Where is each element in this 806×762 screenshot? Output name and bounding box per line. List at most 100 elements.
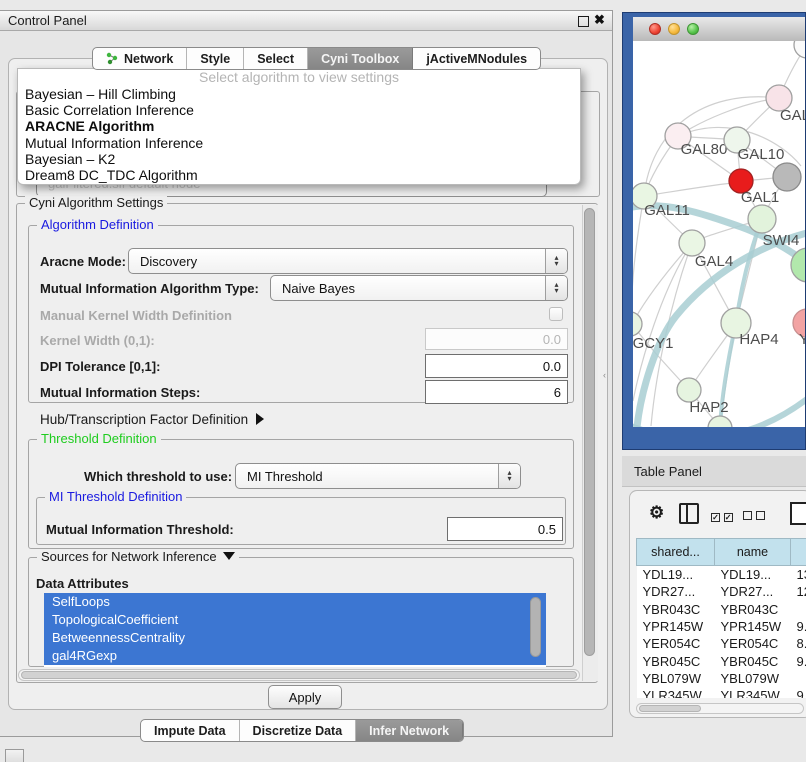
network-graph: GALGAL80GAL10GAL1GAL11SWI4GAL4HAP4YGCY1H…	[633, 41, 805, 427]
table-cell[interactable]: YPR145W	[637, 618, 715, 635]
network-edge[interactable]	[644, 182, 741, 196]
bottom-tab-infer-network[interactable]: Infer Network	[356, 720, 463, 741]
settings-scrollbar-thumb[interactable]	[584, 208, 595, 656]
dropdown-item[interactable]: Basic Correlation Inference	[18, 102, 580, 118]
table-cell[interactable]: YDR27...	[637, 583, 715, 600]
network-edge[interactable]	[633, 196, 644, 324]
aracne-mode-combobox[interactable]: Discovery ▴▾	[128, 248, 568, 274]
table-cell[interactable]: 9.	[791, 652, 806, 669]
tab-network[interactable]: Network	[93, 48, 187, 69]
mi-steps-label: Mutual Information Steps:	[40, 385, 200, 400]
table-container: shared...name YDL19...YDL19...13YDR27...…	[636, 538, 806, 698]
table-cell[interactable]	[791, 670, 806, 687]
table-row[interactable]: YER054CYER054C8.	[637, 635, 806, 652]
table-row[interactable]: YDR27...YDR27...12	[637, 583, 806, 600]
table-row[interactable]: YPR145WYPR145W9.	[637, 618, 806, 635]
mi-type-label: Mutual Information Algorithm Type:	[40, 281, 259, 296]
table-cell[interactable]: YLR345W	[715, 687, 791, 698]
mi-threshold-field[interactable]: 0.5	[447, 517, 563, 541]
network-node[interactable]	[773, 163, 801, 191]
mi-steps-field[interactable]: 6	[425, 380, 568, 404]
which-threshold-combobox[interactable]: MI Threshold ▴▾	[235, 463, 521, 489]
tab-style[interactable]: Style	[187, 48, 244, 69]
minimize-window-icon[interactable]	[668, 23, 680, 35]
table-row[interactable]: YBR045CYBR045C9.	[637, 652, 806, 669]
apply-button[interactable]: Apply	[268, 685, 342, 709]
table-cell[interactable]: YER054C	[637, 635, 715, 652]
network-window-titlebar[interactable]	[633, 17, 805, 42]
table-cell[interactable]: YPR145W	[715, 618, 791, 635]
table-cell[interactable]: YER054C	[715, 635, 791, 652]
float-window-icon[interactable]	[578, 16, 589, 27]
gear-icon[interactable]: ⚙	[649, 503, 664, 523]
close-window-icon[interactable]	[649, 23, 661, 35]
table-row[interactable]: YDL19...YDL19...13	[637, 566, 806, 584]
node-label: GAL	[780, 107, 805, 124]
table-cell[interactable]: 13	[791, 566, 806, 584]
table-row[interactable]: YBL079WYBL079W	[637, 670, 806, 687]
mi-type-combobox[interactable]: Naive Bayes ▴▾	[270, 275, 568, 301]
dropdown-item[interactable]: ARACNE Algorithm	[18, 118, 580, 134]
dropdown-item[interactable]: Bayesian – K2	[18, 151, 580, 167]
select-all-checks-icon[interactable]: ✓ ✓	[711, 508, 733, 523]
table-cell[interactable]: YBL079W	[715, 670, 791, 687]
hscroll-thumb[interactable]	[21, 671, 577, 679]
network-node-swi4[interactable]	[748, 205, 776, 233]
dropdown-item[interactable]: Mutual Information Inference	[18, 135, 580, 151]
deselect-all-checks-icon[interactable]	[743, 508, 765, 523]
table-hscroll-thumb[interactable]	[639, 705, 701, 712]
list-item[interactable]: TopologicalCoefficient	[44, 611, 546, 629]
table-cell[interactable]: YBR045C	[637, 652, 715, 669]
data-attributes-list[interactable]: SelfLoopsTopologicalCoefficientBetweenne…	[44, 593, 546, 667]
node-table[interactable]: shared...name YDL19...YDL19...13YDR27...…	[636, 538, 806, 698]
list-item[interactable]: SelfLoops	[44, 593, 546, 611]
tab-select[interactable]: Select	[244, 48, 308, 69]
panel-resize-grip[interactable]: ‹	[603, 370, 606, 380]
column-header[interactable]: name	[715, 539, 791, 566]
tab-cyni-toolbox[interactable]: Cyni Toolbox	[308, 48, 413, 69]
manual-kernel-checkbox[interactable]	[549, 307, 563, 321]
new-table-icon[interactable]	[790, 502, 806, 525]
dpi-tolerance-field[interactable]: 0.0	[425, 354, 568, 378]
table-cell[interactable]: 8.	[791, 635, 806, 652]
dropdown-item[interactable]: Dream8 DC_TDC Algorithm	[18, 167, 580, 183]
table-cell[interactable]: YLR345W	[637, 687, 715, 698]
table-cell[interactable]: YDL19...	[715, 566, 791, 584]
table-cell[interactable]: YBR045C	[715, 652, 791, 669]
columns-icon[interactable]	[679, 503, 699, 524]
settings-horizontal-scrollbar[interactable]	[18, 669, 580, 681]
table-header-row[interactable]: shared...name	[637, 539, 806, 566]
hub-definition-toggle[interactable]: Hub/Transcription Factor Definition	[40, 412, 264, 427]
list-item[interactable]: gal4RGexp	[44, 647, 546, 665]
column-header[interactable]	[791, 539, 806, 566]
sources-group-title[interactable]: Sources for Network Inference	[37, 549, 239, 564]
list-vertical-scrollbar[interactable]	[530, 597, 541, 657]
table-cell[interactable]: YBL079W	[637, 670, 715, 687]
table-row[interactable]: YLR345WYLR345W9.	[637, 687, 806, 698]
table-row[interactable]: YBR043CYBR043C	[637, 601, 806, 618]
table-horizontal-scrollbar[interactable]	[636, 703, 804, 714]
network-canvas[interactable]: GALGAL80GAL10GAL1GAL11SWI4GAL4HAP4YGCY1H…	[633, 41, 805, 427]
kernel-width-field[interactable]: 0.0	[425, 328, 568, 350]
table-cell[interactable]: YDR27...	[715, 583, 791, 600]
close-panel-icon[interactable]: ✖	[594, 12, 605, 28]
bottom-tab-impute-data[interactable]: Impute Data	[141, 720, 240, 741]
network-node-gcy1[interactable]	[633, 312, 642, 336]
table-cell[interactable]: YDL19...	[637, 566, 715, 584]
tab-jactivemnodules[interactable]: jActiveMNodules	[413, 48, 540, 69]
table-cell[interactable]	[791, 601, 806, 618]
zoom-window-icon[interactable]	[687, 23, 699, 35]
table-cell[interactable]: YBR043C	[637, 601, 715, 618]
table-cell[interactable]: 9.	[791, 618, 806, 635]
table-cell[interactable]: 9.	[791, 687, 806, 698]
show-panel-button[interactable]	[5, 749, 24, 762]
column-header[interactable]: shared...	[637, 539, 715, 566]
dropdown-item[interactable]: Bayesian – Hill Climbing	[18, 86, 580, 102]
list-item[interactable]: BetweennessCentrality	[44, 629, 546, 647]
node-label: Y	[799, 331, 805, 348]
table-cell[interactable]: 12	[791, 583, 806, 600]
bottom-tab-discretize-data[interactable]: Discretize Data	[240, 720, 357, 741]
network-node[interactable]	[794, 41, 805, 58]
table-cell[interactable]: YBR043C	[715, 601, 791, 618]
settings-group-title: Cyni Algorithm Settings	[25, 195, 167, 210]
